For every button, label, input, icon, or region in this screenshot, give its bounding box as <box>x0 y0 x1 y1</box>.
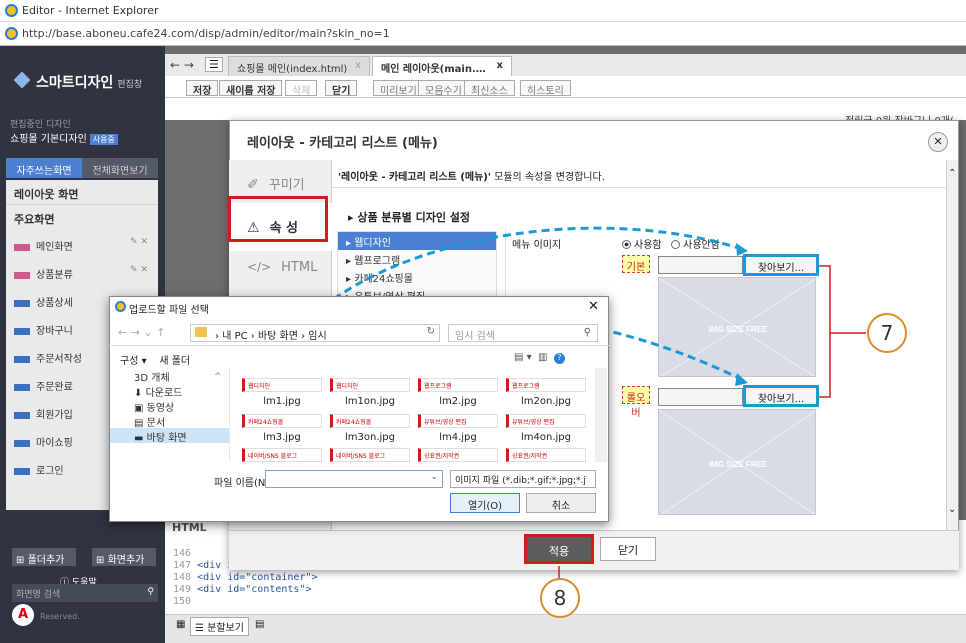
file-thumbnail[interactable]: 카페24쇼핑몰 <box>242 414 322 428</box>
search-icon: ⚲ <box>583 327 591 338</box>
step-8-marker: 8 <box>540 578 580 618</box>
file-thumbnail[interactable]: 유튜브/영상 편집 <box>506 414 586 428</box>
filetype-select[interactable]: 이미지 파일 (*.dib;*.gif;*.jpg;*.j <box>450 470 596 488</box>
file-dialog-title: 업로드할 파일 선택 <box>129 305 209 316</box>
file-thumbnail[interactable]: 웹디자인 <box>330 378 410 392</box>
file-thumbnail[interactable]: 네이버/SNS 블로그 <box>242 448 322 462</box>
file-name[interactable]: lm4.jpg <box>418 432 498 443</box>
breadcrumb[interactable]: › 내 PC › 바탕 화면 › 임시 ↻ <box>190 324 440 342</box>
tree-item-desktop[interactable]: ▬ 바탕 화면 <box>110 428 229 444</box>
file-name[interactable]: lm3on.jpg <box>330 432 410 443</box>
file-thumbnail[interactable]: 웹프로그램 <box>418 378 498 392</box>
file-thumbnail[interactable]: 유튜브/영상 편집 <box>418 414 498 428</box>
file-name[interactable]: lm1.jpg <box>242 396 322 407</box>
file-search-input[interactable]: 임시 검색 ⚲ <box>448 324 598 342</box>
close-icon[interactable]: ✕ <box>588 299 599 314</box>
tree-item-downloads[interactable]: ⬇ 다운로드 <box>110 383 229 399</box>
filename-input[interactable]: ⌄ <box>265 470 443 488</box>
file-thumbnail[interactable]: 네이버/SNS 블로그 <box>330 448 410 462</box>
file-name[interactable]: lm2.jpg <box>418 396 498 407</box>
tree-item-documents[interactable]: ▤ 문서 <box>110 413 229 429</box>
file-thumbnail[interactable]: 카페24쇼핑몰 <box>330 414 410 428</box>
file-thumbnail[interactable]: 상표권/저작권 <box>506 448 586 462</box>
nav-arrows-icon[interactable]: ← → ⌄ ↑ <box>118 326 165 339</box>
open-button[interactable]: 열기(O) <box>450 493 520 513</box>
chevron-down-icon[interactable]: ⌄ <box>430 472 438 482</box>
cancel-button[interactable]: 취소 <box>526 493 596 513</box>
ie-dialog-icon <box>115 301 126 312</box>
tree-item-videos[interactable]: ▣ 동영상 <box>110 398 229 414</box>
file-dialog-toolbar: 구성 ▾ 새 폴더 <box>120 352 190 367</box>
file-name[interactable]: lm2on.jpg <box>506 396 586 407</box>
file-name[interactable]: lm4on.jpg <box>506 432 586 443</box>
folder-tree: 3D 개체 ⬇ 다운로드 ▣ 동영상 ▤ 문서 ▬ 바탕 화면 <box>110 368 230 462</box>
file-name[interactable]: lm3.jpg <box>242 432 322 443</box>
help-icon[interactable]: ? <box>553 353 565 364</box>
file-thumbnail[interactable]: 상표권/저작권 <box>418 448 498 462</box>
file-thumbnail[interactable]: 웹프로그램 <box>506 378 586 392</box>
file-grid: 웹디자인 lm1.jpg 웹디자인 lm1on.jpg 웹프로그램 lm2.jp… <box>234 368 596 462</box>
view-options-icon[interactable]: ▤ ▾ ▥ ? <box>514 352 565 364</box>
organize-menu[interactable]: 구성 ▾ <box>120 356 147 367</box>
filename-label: 파일 이름(N): <box>214 478 273 489</box>
file-name[interactable]: lm1on.jpg <box>330 396 410 407</box>
step-7-marker: 7 <box>867 313 907 353</box>
tree-item-3d[interactable]: 3D 개체 <box>110 368 229 384</box>
new-folder-button[interactable]: 새 폴더 <box>159 356 190 367</box>
file-grid-scrollbar[interactable] <box>595 368 607 462</box>
file-thumbnail[interactable]: 웹디자인 <box>242 378 322 392</box>
folder-icon <box>195 327 207 337</box>
refresh-icon[interactable]: ↻ <box>427 326 435 337</box>
tree-scroll-up-icon[interactable]: ^ <box>214 372 222 382</box>
